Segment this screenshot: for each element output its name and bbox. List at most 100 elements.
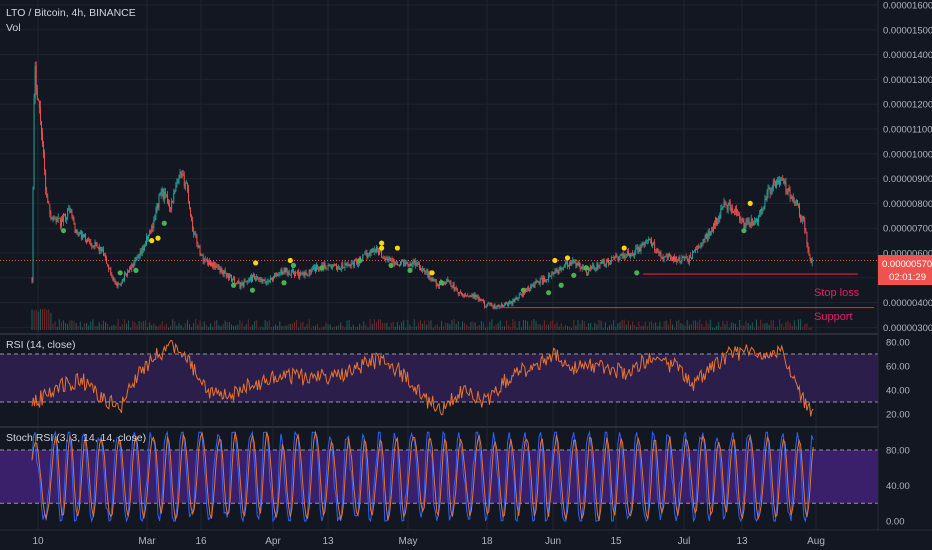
candle-body bbox=[426, 270, 428, 273]
candle-body bbox=[710, 231, 712, 233]
candle-body bbox=[495, 307, 497, 309]
candle-body bbox=[582, 265, 584, 270]
candle-body bbox=[267, 281, 269, 282]
chart-area: 0.00001600 0.00001500 0.00001400 0.00001300… bbox=[0, 0, 932, 550]
volume-bar bbox=[338, 324, 340, 330]
candle-body bbox=[736, 208, 737, 214]
candle-body bbox=[654, 242, 656, 250]
candle-body bbox=[218, 265, 220, 270]
volume-label[interactable]: Vol bbox=[6, 22, 21, 34]
candle-body bbox=[485, 306, 487, 308]
candle-body bbox=[661, 256, 663, 258]
volume-bar bbox=[159, 324, 161, 330]
signal-yellow-dot bbox=[621, 245, 627, 251]
volume-bar bbox=[84, 323, 85, 330]
candle-body bbox=[798, 203, 799, 206]
candle-countdown: 02:01:29 bbox=[889, 272, 926, 283]
volume-bar bbox=[56, 326, 58, 330]
candle-body bbox=[76, 229, 78, 235]
volume-bar bbox=[577, 320, 579, 330]
candle-body bbox=[293, 269, 294, 275]
candle-body bbox=[465, 294, 467, 296]
volume-bar bbox=[510, 327, 512, 330]
candle-body bbox=[624, 255, 626, 259]
stoch-rsi-title[interactable]: Stoch RSI (3, 3, 14, 14, close) bbox=[6, 432, 146, 444]
candle-body bbox=[541, 278, 543, 284]
signal-green-dot bbox=[571, 272, 577, 278]
candle-body bbox=[431, 278, 433, 280]
volume-bar bbox=[67, 323, 69, 330]
candle-body bbox=[182, 174, 184, 176]
candle-body bbox=[114, 279, 116, 283]
candle-body bbox=[337, 268, 338, 270]
candle-body bbox=[122, 279, 124, 281]
candle-body bbox=[808, 250, 810, 256]
candle-body bbox=[560, 267, 562, 270]
volume-bar bbox=[373, 319, 375, 330]
volume-bar bbox=[630, 324, 631, 330]
candle-body bbox=[391, 258, 393, 260]
candle-body bbox=[368, 255, 370, 257]
volume-bar bbox=[163, 325, 165, 330]
candle-body bbox=[342, 264, 344, 268]
candle-body bbox=[457, 291, 459, 295]
signal-green-dot bbox=[281, 280, 287, 286]
signal-yellow-dot bbox=[394, 245, 400, 251]
candle-body bbox=[748, 220, 750, 223]
candle-body bbox=[252, 275, 253, 282]
volume-bar bbox=[766, 322, 768, 330]
candle-body bbox=[734, 211, 735, 212]
candle-body bbox=[518, 294, 520, 298]
candle-body bbox=[491, 303, 493, 307]
symbol-title[interactable]: LTO / Bitcoin, 4h, BINANCE bbox=[6, 7, 136, 19]
candle-body bbox=[83, 235, 84, 237]
volume-bar bbox=[354, 327, 356, 330]
candle-body bbox=[534, 283, 536, 288]
candle-body bbox=[755, 220, 756, 222]
candle-body bbox=[171, 200, 173, 210]
candle-body bbox=[421, 269, 422, 271]
candle-body bbox=[59, 218, 61, 227]
candle-body bbox=[730, 207, 732, 211]
candle-body bbox=[389, 257, 391, 260]
candle-body bbox=[318, 266, 320, 269]
candle-body bbox=[667, 253, 669, 259]
volume-bar bbox=[417, 322, 419, 330]
volume-bar bbox=[476, 326, 478, 330]
volume-bar bbox=[333, 326, 335, 330]
time-tick-label: May bbox=[399, 536, 418, 547]
volume-bar bbox=[550, 321, 552, 330]
candle-body bbox=[113, 279, 115, 281]
candle-body bbox=[451, 286, 453, 288]
candle-body bbox=[552, 273, 554, 275]
candle-body bbox=[382, 257, 384, 259]
volume-bar bbox=[432, 327, 434, 330]
candle-body bbox=[509, 301, 511, 303]
candle-body bbox=[276, 273, 278, 277]
candle-body bbox=[696, 249, 698, 250]
volume-bar bbox=[485, 327, 487, 330]
candle-body bbox=[686, 257, 688, 260]
volume-bar bbox=[422, 323, 424, 330]
candle-body bbox=[341, 264, 343, 270]
volume-bar bbox=[699, 319, 701, 330]
candle-body bbox=[557, 271, 559, 274]
candle-body bbox=[351, 263, 353, 265]
rsi-title[interactable]: RSI (14, close) bbox=[6, 339, 75, 351]
candle-body bbox=[152, 226, 154, 228]
volume-bar bbox=[531, 320, 533, 330]
candle-body bbox=[483, 300, 484, 302]
candle-body bbox=[62, 219, 63, 222]
candle-body bbox=[766, 194, 768, 201]
candle-body bbox=[574, 262, 576, 264]
candle-body bbox=[261, 278, 263, 283]
candle-body bbox=[358, 262, 359, 265]
candle-body bbox=[405, 262, 407, 264]
candle-body bbox=[752, 221, 754, 226]
volume-bar bbox=[787, 320, 789, 330]
candle-body bbox=[163, 191, 165, 200]
candle-body bbox=[697, 246, 699, 250]
volume-bar bbox=[720, 326, 722, 330]
candle-body bbox=[717, 222, 719, 225]
candle-body bbox=[188, 189, 189, 202]
